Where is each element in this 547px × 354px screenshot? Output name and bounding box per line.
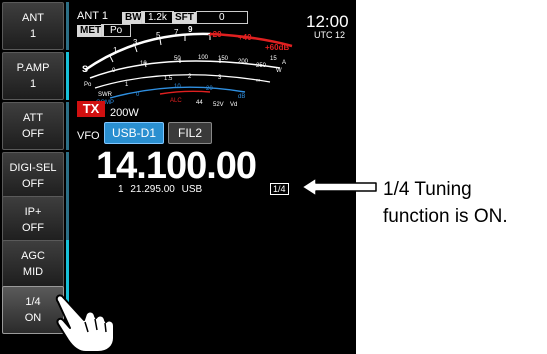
swr-tick-1-5: 1.5 xyxy=(164,76,173,82)
comp-unit: dB xyxy=(238,94,245,100)
agc-title: AGC xyxy=(21,250,45,262)
po-tick-0: 0 xyxy=(112,68,116,74)
multi-meter: S 1 3 5 7 9 +20 +40 +60dB Po 0 10 50 100… xyxy=(82,25,293,108)
att-value: OFF xyxy=(22,128,44,140)
agc-button[interactable]: AGC MID xyxy=(2,240,64,288)
callout-line-2: function is ON. xyxy=(383,206,508,227)
vfo-label: VFO xyxy=(77,130,100,142)
quarter-tuning-indicator: 1/4 xyxy=(270,183,289,195)
callout-line-1: 1/4 Tuning xyxy=(383,179,472,200)
po-tick-250: 250 xyxy=(256,63,267,69)
digi-sel-indicator xyxy=(66,152,69,200)
callout-text: 1/4 Tuning function is ON. xyxy=(383,176,508,230)
ant-indicator xyxy=(66,2,69,50)
s-tick-plus60: +60dB xyxy=(265,43,289,52)
sub-frequency: 21.295.00 xyxy=(130,184,175,195)
vd-label: Vd xyxy=(230,102,237,108)
id-tick-15: 15 xyxy=(270,56,277,62)
att-indicator xyxy=(66,102,69,150)
po-tick-50: 50 xyxy=(174,56,181,62)
comp-tick-0: 0 xyxy=(136,92,140,98)
id-unit: A xyxy=(282,60,286,66)
swr-label: SWR xyxy=(98,92,113,98)
s-tick-9: 9 xyxy=(188,25,193,34)
s-tick-7: 7 xyxy=(174,28,179,37)
ip-plus-title: IP+ xyxy=(24,206,42,218)
preamp-value: 1 xyxy=(29,78,37,90)
utc-label: UTC 12 xyxy=(314,30,346,40)
alc-arc xyxy=(159,90,211,95)
po-arc xyxy=(89,60,281,79)
sub-vfo-readout: 1 21.295.00 USB xyxy=(118,184,202,195)
comp-tick-10: 10 xyxy=(174,84,181,90)
vd-tick-52v: 52V xyxy=(213,102,224,108)
ip-plus-button[interactable]: IP+ OFF xyxy=(2,196,64,244)
po-unit: W xyxy=(276,68,282,74)
s-label: S xyxy=(82,64,88,74)
pointing-hand-icon xyxy=(55,294,115,353)
preamp-button[interactable]: P.AMP 1 xyxy=(2,52,64,100)
agc-indicator xyxy=(66,240,69,288)
s-tick-5: 5 xyxy=(156,31,161,40)
po-tick-150: 150 xyxy=(218,56,229,62)
s-tick-1: 1 xyxy=(113,46,118,55)
sub-vfo-number: 1 xyxy=(118,184,124,195)
ip-plus-indicator xyxy=(66,196,69,244)
mode-button[interactable]: USB-D1 xyxy=(104,122,164,144)
att-button[interactable]: ATT OFF xyxy=(2,102,64,150)
swr-tick-1: 1 xyxy=(125,82,129,88)
preamp-title: P.AMP xyxy=(16,62,50,74)
att-title: ATT xyxy=(23,112,43,124)
digi-sel-title: DIGI-SEL xyxy=(9,162,57,174)
filter-button[interactable]: FIL2 xyxy=(168,122,212,144)
po-tick-100: 100 xyxy=(198,55,209,61)
ant-value: 1 xyxy=(29,28,37,40)
preamp-indicator xyxy=(66,52,69,100)
main-frequency[interactable]: 14.100.00 xyxy=(96,145,257,188)
callout-arrow-icon xyxy=(301,177,377,197)
digi-sel-value: OFF xyxy=(22,178,44,190)
ant-button[interactable]: ANT 1 xyxy=(2,2,64,50)
alc-label: ALC xyxy=(170,98,182,104)
s-tick-plus20: +20 xyxy=(208,30,222,39)
tx-indicator: TX xyxy=(77,101,105,117)
po-tick-200: 200 xyxy=(238,59,249,65)
tx-power: 200W xyxy=(110,107,139,119)
clock: 12:00 xyxy=(306,12,349,31)
comp-tick-20: 20 xyxy=(206,86,213,92)
ant-title: ANT xyxy=(22,12,44,24)
po-tick-10: 10 xyxy=(140,61,147,67)
po-label: Po xyxy=(84,82,92,88)
s-tick-plus40: +40 xyxy=(238,33,252,42)
digi-sel-button[interactable]: DIGI-SEL OFF xyxy=(2,152,64,200)
s-tick-3: 3 xyxy=(133,38,138,47)
agc-value: MID xyxy=(22,266,44,278)
swr-arc xyxy=(94,74,271,89)
swr-tick-infinity: ∞ xyxy=(256,78,260,84)
sub-mode: USB xyxy=(181,184,203,195)
vd-tick-44: 44 xyxy=(196,100,203,106)
ip-plus-value: OFF xyxy=(22,222,44,234)
